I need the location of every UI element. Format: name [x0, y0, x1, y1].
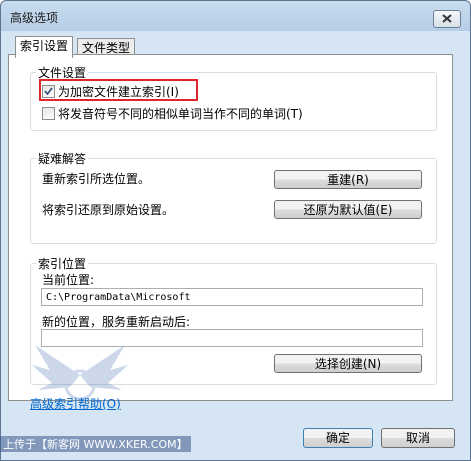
- troubleshooting-label: 疑难解答: [36, 150, 89, 167]
- rebuild-text: 重新索引所选位置。: [42, 172, 151, 186]
- upload-watermark: 上传于【新客网 WWW.XKER.COM】: [0, 436, 191, 452]
- annotation-highlight: [39, 79, 198, 101]
- current-location-field[interactable]: C:\ProgramData\Microsoft: [41, 288, 423, 306]
- index-location-label: 索引位置: [36, 255, 89, 272]
- close-icon: [442, 14, 452, 23]
- advanced-index-help-link[interactable]: 高级索引帮助(O): [30, 395, 121, 412]
- new-location-label: 新的位置，服务重新启动后:: [42, 315, 191, 329]
- current-location-label: 当前位置:: [42, 273, 95, 287]
- tab-index-settings[interactable]: 索引设置: [15, 36, 74, 58]
- close-button[interactable]: [433, 10, 461, 28]
- window-title: 高级选项: [10, 11, 59, 25]
- title-bar[interactable]: 高级选项: [1, 1, 470, 29]
- diacritics-label: 将发音符号不同的相似单词当作不同的单词(T): [58, 107, 303, 121]
- cancel-button[interactable]: 取消: [381, 428, 455, 448]
- select-new-button[interactable]: 选择创建(N): [274, 354, 422, 373]
- restore-text: 将索引还原到原始设置。: [42, 203, 175, 217]
- ok-button[interactable]: 确定: [303, 428, 373, 448]
- diacritics-checkbox[interactable]: [42, 107, 55, 120]
- rebuild-button[interactable]: 重建(R): [274, 170, 422, 189]
- restore-defaults-button[interactable]: 还原为默认值(E): [274, 200, 422, 219]
- diacritics-option[interactable]: 将发音符号不同的相似单词当作不同的单词(T): [42, 105, 303, 122]
